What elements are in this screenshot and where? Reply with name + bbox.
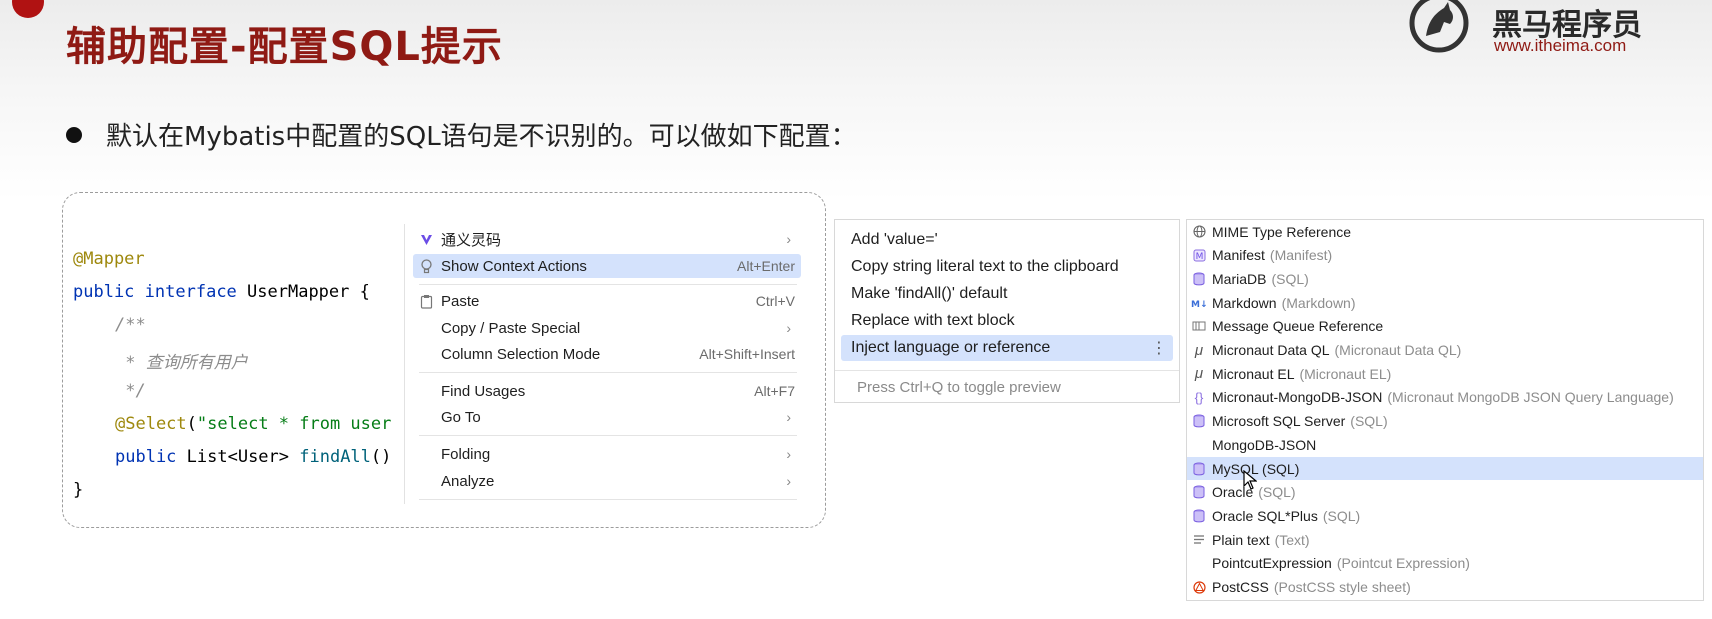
- bullet-dot-icon: [66, 126, 82, 143]
- markdown-icon: M↓: [1187, 297, 1211, 309]
- chevron-right-icon: ›: [786, 446, 791, 462]
- clipboard-icon: [413, 294, 439, 309]
- horse-logo-icon: [1409, 0, 1469, 53]
- action-add-value[interactable]: Add 'value=': [841, 227, 1173, 253]
- code-comment: * 查询所有用户: [115, 353, 248, 373]
- code-text: (): [370, 447, 392, 467]
- database-icon: [1187, 462, 1211, 476]
- action-make-default[interactable]: Make 'findAll()' default: [841, 281, 1173, 307]
- svg-text:M↓: M↓: [1191, 300, 1207, 309]
- menu-item-folding[interactable]: Folding ›: [413, 442, 801, 466]
- menu-separator: [419, 499, 797, 500]
- bullet-point: 默认在Mybatis中配置的SQL语句是不识别的。可以做如下配置：: [66, 116, 857, 153]
- menu-separator: [419, 372, 797, 373]
- code-text: UserMapper {: [236, 282, 370, 302]
- chevron-right-icon: ›: [786, 473, 791, 489]
- svg-text:M: M: [1195, 252, 1203, 262]
- chevron-right-icon: ›: [786, 231, 791, 247]
- database-icon: [1187, 485, 1211, 499]
- slide-corner-dot: [12, 0, 44, 18]
- action-replace-text-block[interactable]: Replace with text block: [841, 308, 1173, 334]
- language-item[interactable]: Oracle SQL*Plus (SQL): [1187, 504, 1703, 527]
- language-item[interactable]: PostCSS (PostCSS style sheet): [1187, 576, 1703, 599]
- database-icon: [1187, 414, 1211, 428]
- menu-item-paste[interactable]: Paste Ctrl+V: [413, 289, 801, 313]
- language-item-mysql[interactable]: MySQL (SQL): [1187, 457, 1703, 480]
- language-list-popup: MIME Type Reference M Manifest (Manifest) …: [1186, 219, 1704, 601]
- language-item[interactable]: {} Micronaut-MongoDB-JSON (Micronaut Mongo…: [1187, 386, 1703, 409]
- database-icon: [1187, 272, 1211, 286]
- mouse-cursor-icon: [1243, 470, 1257, 490]
- language-item[interactable]: Oracle (SQL): [1187, 481, 1703, 504]
- annotation: @Select: [115, 414, 187, 434]
- menu-item-column-selection[interactable]: Column Selection Mode Alt+Shift+Insert: [413, 342, 801, 366]
- code-line: }: [73, 480, 84, 500]
- language-item[interactable]: Message Queue Reference: [1187, 315, 1703, 338]
- language-item[interactable]: Microsoft SQL Server (SQL): [1187, 410, 1703, 433]
- menu-item-go-to[interactable]: Go To ›: [413, 405, 801, 429]
- menu-separator: [419, 284, 797, 285]
- menu-item-tongyi[interactable]: 通义灵码 ›: [413, 227, 801, 251]
- language-item[interactable]: MIME Type Reference: [1187, 220, 1703, 243]
- method-name: findAll: [299, 447, 371, 467]
- itheima-logo: 黑马程序员 www.itheima.com: [1408, 0, 1668, 60]
- database-icon: [1187, 509, 1211, 523]
- chevron-right-icon: ›: [786, 320, 791, 336]
- menu-item-copy-paste-special[interactable]: Copy / Paste Special ›: [413, 316, 801, 340]
- keyword: public: [115, 447, 177, 467]
- language-item[interactable]: μ Micronaut EL (Micronaut EL): [1187, 362, 1703, 385]
- language-item[interactable]: MariaDB (SQL): [1187, 267, 1703, 290]
- code-comment: */: [115, 381, 146, 401]
- json-icon: {}: [1194, 389, 1204, 405]
- bullet-text: 默认在Mybatis中配置的SQL语句是不识别的。可以做如下配置：: [106, 122, 857, 152]
- menu-item-analyze[interactable]: Analyze ›: [413, 469, 801, 493]
- keyword: interface: [144, 282, 237, 302]
- code-text: List<User>: [176, 447, 300, 467]
- language-item[interactable]: M↓ Markdown (Markdown): [1187, 291, 1703, 314]
- manifest-icon: M: [1187, 249, 1211, 262]
- code-text: (: [186, 414, 197, 434]
- bulb-icon: [413, 258, 439, 274]
- action-inject-language[interactable]: Inject language or reference ⋮: [841, 335, 1173, 361]
- context-actions-popup: Add 'value=' Copy string literal text to…: [834, 219, 1180, 403]
- menu-separator: [419, 435, 797, 436]
- language-item[interactable]: μ Micronaut Data QL (Micronaut Data QL): [1187, 339, 1703, 362]
- menu-separator: [835, 370, 1179, 371]
- queue-icon: [1187, 320, 1211, 332]
- language-item[interactable]: Plain text (Text): [1187, 528, 1703, 551]
- preview-hint: Press Ctrl+Q to toggle preview: [857, 379, 1061, 396]
- code-comment: /**: [115, 315, 146, 335]
- action-copy-string-literal[interactable]: Copy string literal text to the clipboar…: [841, 254, 1173, 280]
- code-line: @Select("select * from user: [115, 414, 391, 434]
- menu-item-find-usages[interactable]: Find Usages Alt+F7: [413, 379, 801, 403]
- logo-url: www.itheima.com: [1494, 36, 1627, 55]
- micronaut-icon: μ: [1194, 365, 1204, 383]
- language-item[interactable]: PointcutExpression (Pointcut Expression): [1187, 552, 1703, 575]
- language-item[interactable]: M Manifest (Manifest): [1187, 244, 1703, 267]
- context-menu: 通义灵码 › Show Context Actions Alt+Enter Pa…: [404, 224, 805, 504]
- code-line: @Mapper: [73, 249, 145, 269]
- keyword: public: [73, 282, 135, 302]
- slide-title: 辅助配置-配置SQL提示: [66, 24, 503, 70]
- postcss-icon: [1187, 580, 1211, 594]
- globe-icon: [1187, 225, 1211, 238]
- micronaut-icon: μ: [1194, 341, 1204, 359]
- language-item[interactable]: MongoDB-JSON: [1187, 433, 1703, 456]
- more-options-icon[interactable]: ⋮: [1151, 338, 1167, 358]
- code-line: public interface UserMapper {: [73, 282, 370, 302]
- text-lines-icon: [1187, 534, 1211, 545]
- code-line: public List<User> findAll(): [115, 447, 391, 467]
- tongyi-icon: [413, 232, 439, 247]
- chevron-right-icon: ›: [786, 409, 791, 425]
- sql-string[interactable]: "select * from user: [197, 414, 391, 434]
- menu-item-show-context-actions[interactable]: Show Context Actions Alt+Enter: [413, 254, 801, 278]
